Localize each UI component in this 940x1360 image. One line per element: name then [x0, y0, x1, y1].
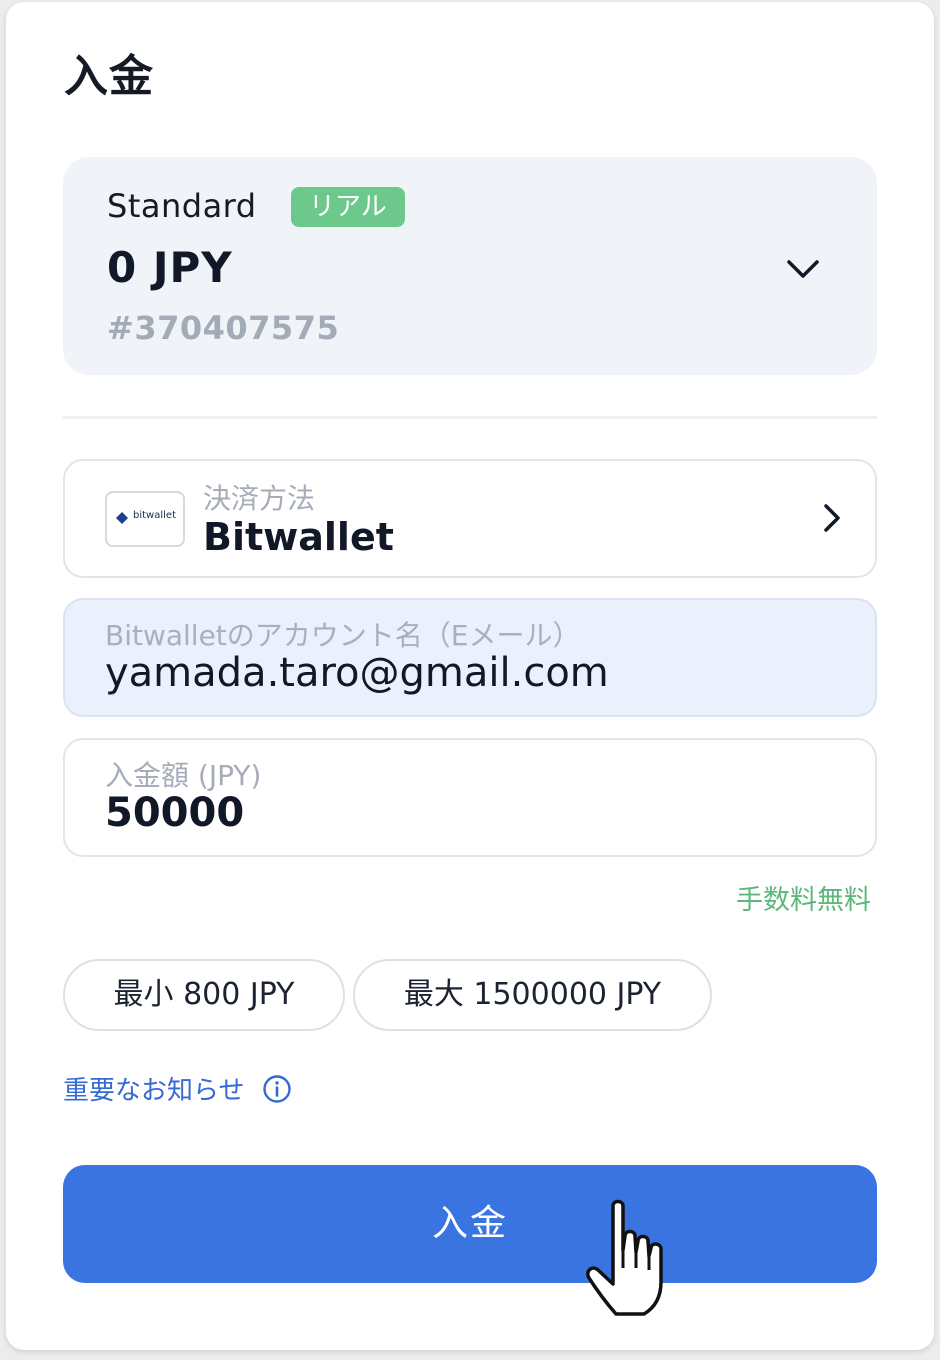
amount-field-value[interactable]: 50000: [105, 790, 244, 836]
account-type-badge: リアル: [291, 187, 405, 227]
bitwallet-logo: bitwallet: [105, 491, 185, 547]
amount-field[interactable]: 入金額 (JPY) 50000: [63, 738, 877, 857]
chevron-right-icon[interactable]: [815, 501, 849, 535]
divider: [63, 416, 877, 419]
account-balance: 0 JPY: [107, 243, 233, 292]
max-amount-chip[interactable]: 最大 1500000 JPY: [353, 959, 712, 1031]
info-icon[interactable]: [262, 1074, 292, 1104]
account-selector[interactable]: Standard リアル 0 JPY #370407575: [63, 157, 877, 375]
amount-field-label: 入金額 (JPY): [105, 759, 262, 792]
payment-method-value: Bitwallet: [203, 515, 394, 559]
important-notice-link[interactable]: 重要なお知らせ: [63, 1070, 244, 1107]
account-id: #370407575: [107, 309, 340, 347]
account-name: Standard: [107, 187, 257, 225]
chevron-down-icon[interactable]: [783, 249, 823, 289]
hand-cursor-icon: [586, 1199, 663, 1316]
email-field-label: Bitwalletのアカウント名（Eメール）: [105, 619, 581, 652]
deposit-card: 入金 Standard リアル 0 JPY #370407575 bitwall…: [6, 2, 934, 1350]
bitwallet-mark-icon: [116, 512, 128, 524]
email-field[interactable]: Bitwalletのアカウント名（Eメール） yamada.taro@gmail…: [63, 598, 877, 717]
payment-method-selector[interactable]: bitwallet 決済方法 Bitwallet: [63, 459, 877, 578]
logo-text: bitwallet: [133, 510, 176, 521]
page-title: 入金: [64, 51, 154, 102]
deposit-submit-button[interactable]: 入金: [63, 1165, 877, 1283]
email-field-value[interactable]: yamada.taro@gmail.com: [105, 650, 609, 696]
payment-method-label: 決済方法: [203, 482, 316, 515]
fee-note: 手数料無料: [736, 885, 871, 916]
min-amount-chip[interactable]: 最小 800 JPY: [63, 959, 345, 1031]
